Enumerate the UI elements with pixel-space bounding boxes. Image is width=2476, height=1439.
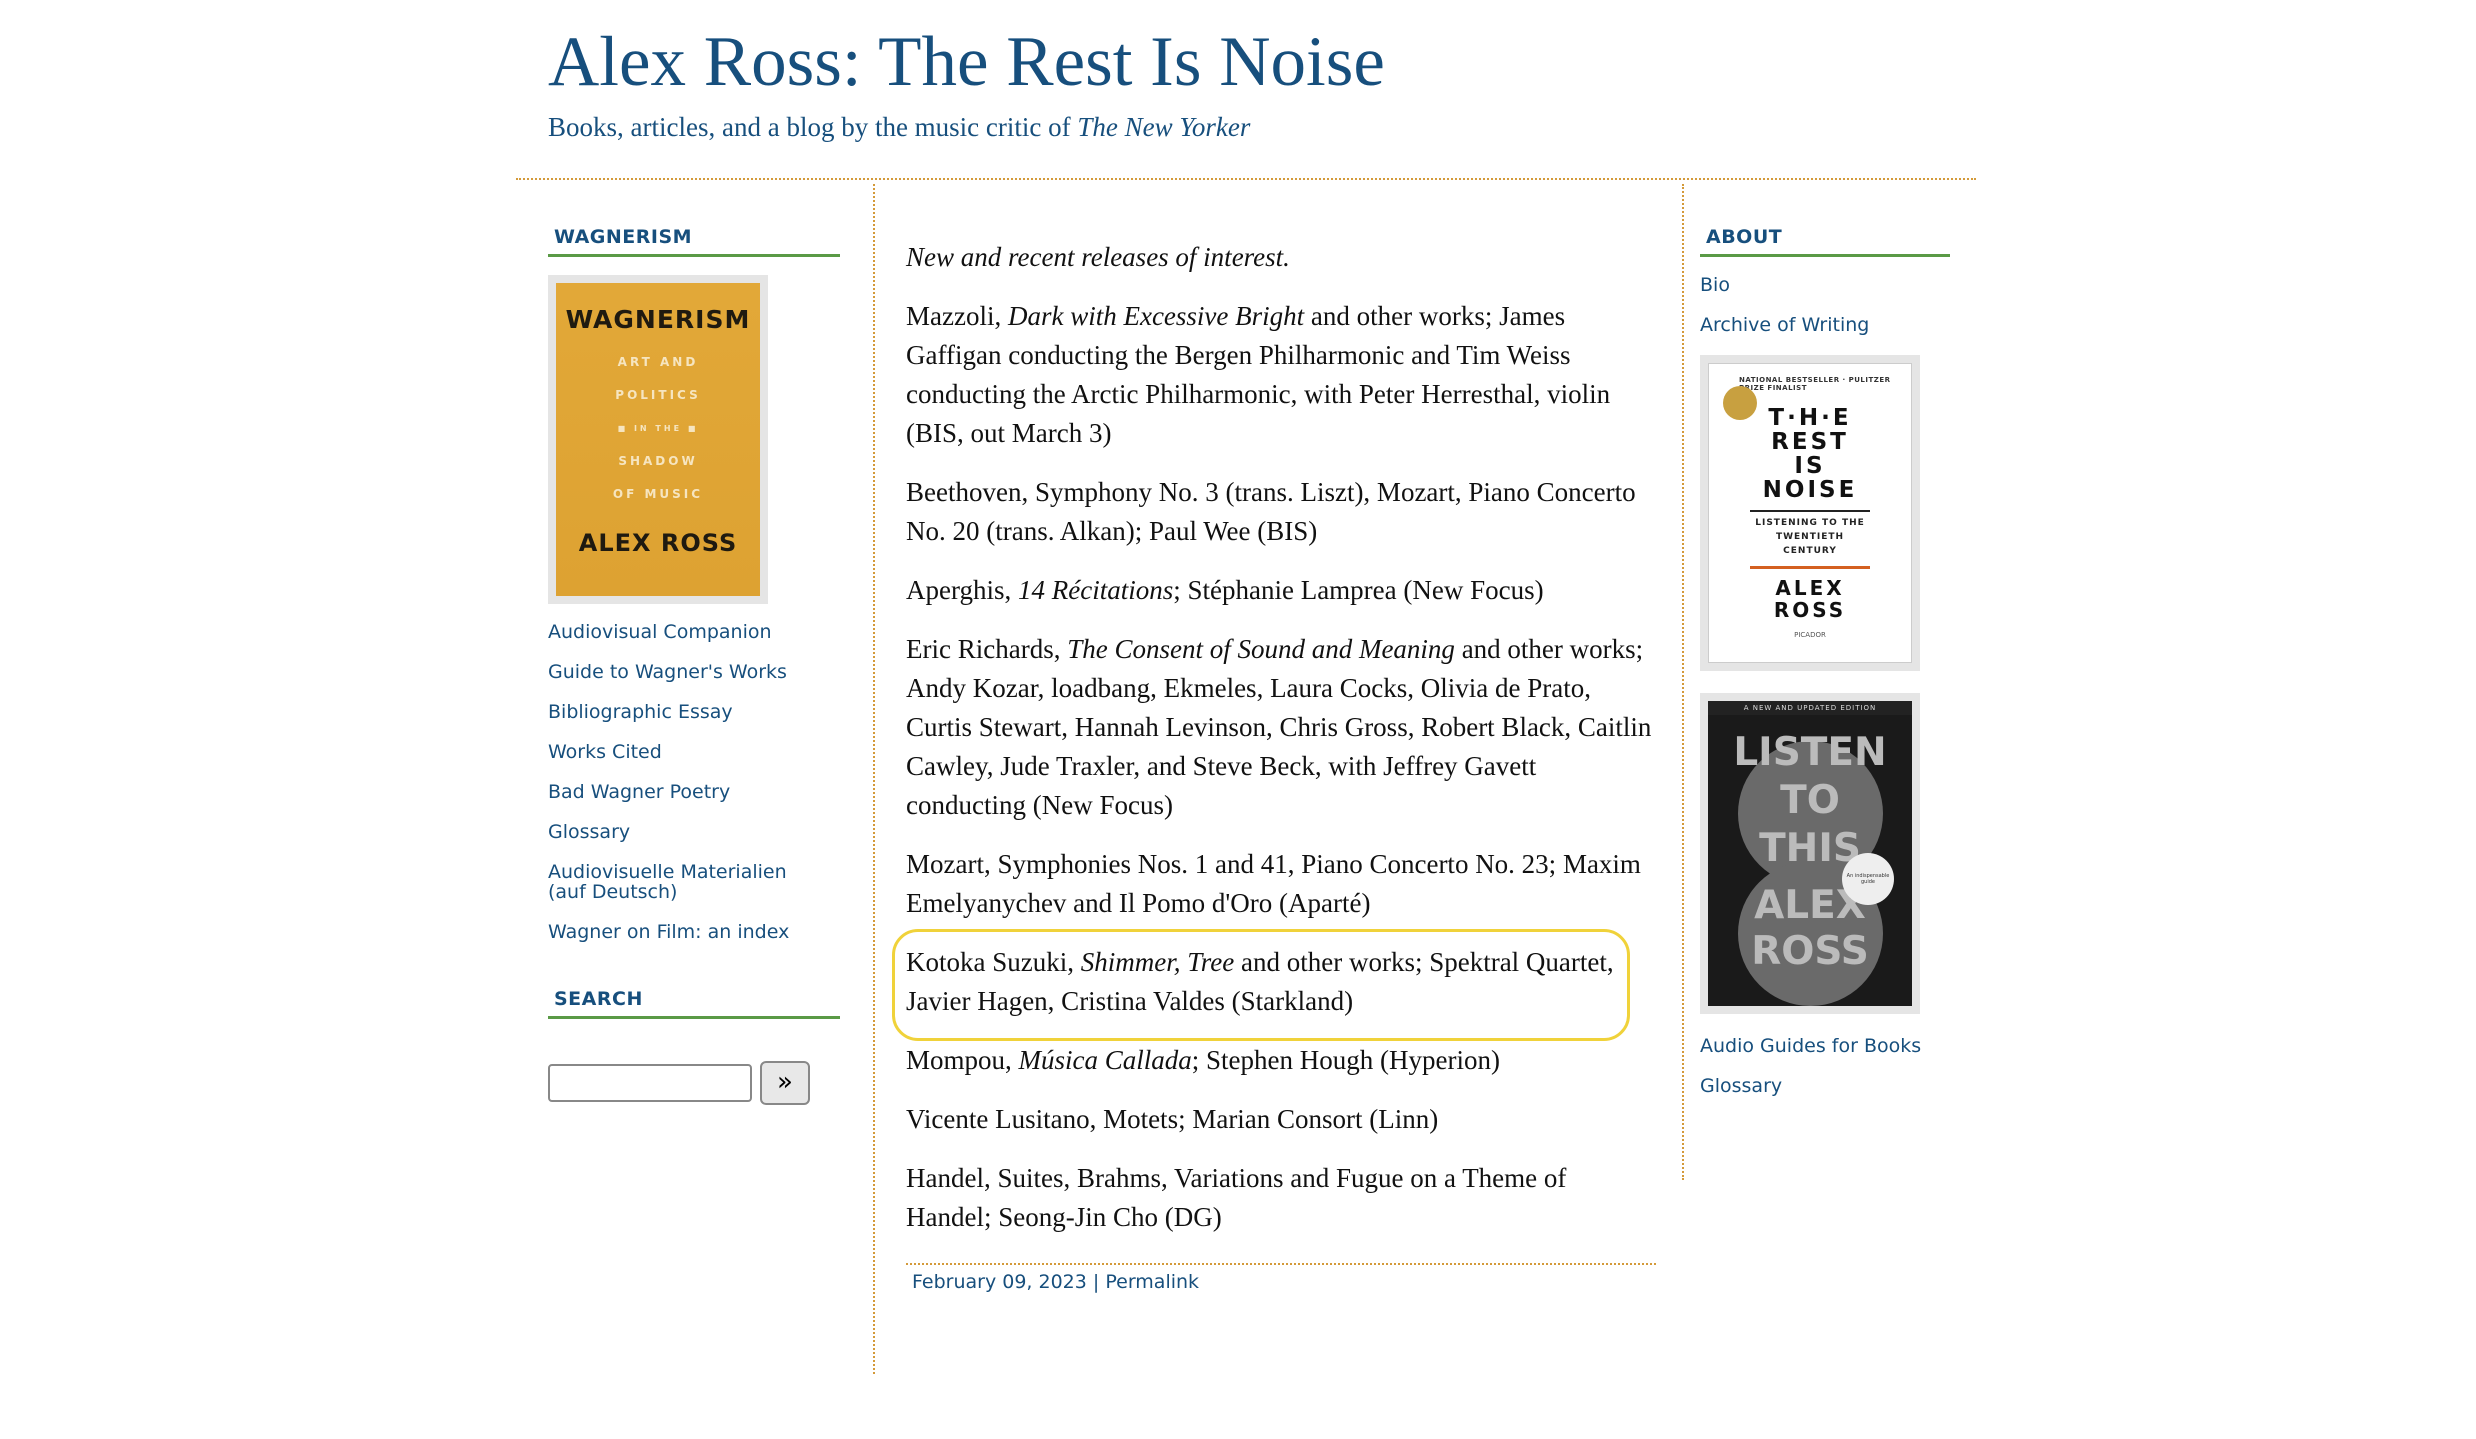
post-footer: February 09, 2023 | Permalink: [906, 1263, 1656, 1293]
cover-subtitle-line: POLITICS: [615, 388, 701, 402]
release-text: Mazzoli,: [906, 301, 1008, 331]
sidebar-link-glossary[interactable]: Glossary: [548, 822, 840, 842]
listen-to-this-cover-art: A NEW AND UPDATED EDITION LISTEN TO THIS…: [1708, 701, 1912, 1006]
release-title: 14 Récitations: [1018, 575, 1174, 605]
blog-post: New and recent releases of interest. Maz…: [892, 238, 1656, 1293]
release-text: Aperghis,: [906, 575, 1018, 605]
sidebar-link-works-cited[interactable]: Works Cited: [548, 742, 840, 762]
release-item: Beethoven, Symphony No. 3 (trans. Liszt)…: [906, 473, 1656, 551]
rest-is-noise-book-cover[interactable]: NATIONAL BESTSELLER · PULITZER PRIZE FIN…: [1700, 355, 1920, 671]
cover-subtitle-line: OF MUSIC: [612, 487, 704, 501]
header-divider: [516, 178, 1976, 180]
sidebar-link-wagner-on-film[interactable]: Wagner on Film: an index: [548, 922, 840, 942]
sidebar-heading-wagnerism: WAGNERISM: [548, 220, 840, 257]
release-item: Mozart, Symphonies Nos. 1 and 41, Piano …: [906, 845, 1656, 923]
cover-title: T·H·E REST IS NOISE: [1763, 406, 1858, 502]
cover-divider: [1750, 566, 1870, 569]
search-submit-button[interactable]: »: [760, 1061, 810, 1105]
release-item: Vicente Lusitano, Motets; Marian Consort…: [906, 1100, 1656, 1139]
release-text: ; Stephen Hough (Hyperion): [1191, 1045, 1500, 1075]
cover-subtitle: ART AND POLITICS ■ IN THE ■ SHADOW OF MU…: [613, 346, 703, 511]
post-date-link[interactable]: February 09, 2023: [912, 1271, 1087, 1293]
release-text: Vicente Lusitano, Motets; Marian Consort…: [906, 1104, 1439, 1134]
wagnerism-book-cover[interactable]: WAGNERISM ART AND POLITICS ■ IN THE ■ SH…: [548, 275, 768, 604]
release-text: Kotoka Suzuki,: [906, 947, 1081, 977]
release-item: Mompou, Música Callada; Stephen Hough (H…: [906, 1041, 1656, 1080]
cover-title-line: NOISE: [1762, 477, 1858, 503]
left-sidebar: WAGNERISM WAGNERISM ART AND POLITICS ■ I…: [548, 220, 840, 1105]
cover-subtitle: LISTENING TO THE TWENTIETH CENTURY: [1750, 510, 1870, 558]
highlight-outline: [892, 929, 1630, 1041]
cover-author-line: ROSS: [1773, 598, 1847, 622]
sidebar-heading-search: SEARCH: [548, 982, 840, 1019]
cover-subtitle-line: SHADOW: [618, 454, 698, 468]
sidebar-link-glossary-about[interactable]: Glossary: [1700, 1076, 1950, 1096]
cover-title-line: LISTEN: [1733, 730, 1887, 775]
footer-separator: |: [1092, 1271, 1100, 1293]
release-item-highlighted: Kotoka Suzuki, Shimmer, Tree and other w…: [892, 929, 1656, 1041]
sidebar-link-audio-guides[interactable]: Audio Guides for Books: [1700, 1036, 1950, 1056]
cover-blurb: NATIONAL BESTSELLER · PULITZER PRIZE FIN…: [1739, 376, 1891, 392]
release-text: ; Stéphanie Lamprea (New Focus): [1173, 575, 1544, 605]
rest-is-noise-cover-art: NATIONAL BESTSELLER · PULITZER PRIZE FIN…: [1708, 363, 1912, 663]
left-column-divider: [873, 184, 875, 1374]
cover-subtitle-line: ■ IN THE ■: [617, 424, 699, 433]
cover-publisher: PICADOR: [1794, 631, 1826, 639]
award-seal-icon: [1723, 386, 1757, 420]
search-form: »: [548, 1061, 840, 1105]
right-column-divider: [1682, 184, 1684, 1180]
sidebar-link-bibliographic-essay[interactable]: Bibliographic Essay: [548, 702, 840, 722]
sidebar-link-audiovisual-companion[interactable]: Audiovisual Companion: [548, 622, 840, 642]
release-item: Eric Richards, The Consent of Sound and …: [906, 630, 1656, 825]
site-header: Alex Ross: The Rest Is Noise Books, arti…: [548, 18, 1948, 143]
cover-subtitle-line: ART AND: [617, 355, 699, 369]
cover-ribbon: A NEW AND UPDATED EDITION: [1708, 701, 1912, 715]
cover-title: WAGNERISM: [565, 305, 751, 334]
release-title: The Consent of Sound and Meaning: [1067, 634, 1455, 664]
page: Alex Ross: The Rest Is Noise Books, arti…: [0, 0, 2476, 1439]
search-input[interactable]: [548, 1064, 752, 1102]
cover-author-line: ALEX: [1775, 576, 1845, 600]
tagline-publication: The New Yorker: [1077, 112, 1251, 142]
cover-author: ALEX ROSS: [578, 529, 738, 557]
cover-sticker: An indispensable guide: [1842, 853, 1894, 905]
sidebar-link-guide-to-wagners-works[interactable]: Guide to Wagner's Works: [548, 662, 840, 682]
sidebar-link-bad-wagner-poetry[interactable]: Bad Wagner Poetry: [548, 782, 840, 802]
release-text: Eric Richards,: [906, 634, 1068, 664]
cover-title-line: TO: [1780, 778, 1840, 823]
listen-to-this-book-cover[interactable]: A NEW AND UPDATED EDITION LISTEN TO THIS…: [1700, 693, 1920, 1014]
site-tagline: Books, articles, and a blog by the music…: [548, 112, 1948, 143]
sidebar-link-bio[interactable]: Bio: [1700, 275, 1950, 295]
release-text: Mompou,: [906, 1045, 1019, 1075]
post-intro: New and recent releases of interest.: [906, 242, 1290, 272]
release-item: Aperghis, 14 Récitations; Stéphanie Lamp…: [906, 571, 1656, 610]
release-text: Mozart, Symphonies Nos. 1 and 41, Piano …: [906, 849, 1641, 918]
permalink-link[interactable]: Permalink: [1105, 1271, 1199, 1293]
site-title[interactable]: Alex Ross: The Rest Is Noise: [548, 18, 1948, 106]
tagline-text: Books, articles, and a blog by the music…: [548, 112, 1071, 142]
release-title: Música Callada: [1018, 1045, 1192, 1075]
release-item: Mazzoli, Dark with Excessive Bright and …: [906, 297, 1656, 453]
sidebar-link-audiovisuelle-materialien[interactable]: Audiovisuelle Materialien (auf Deutsch): [548, 862, 828, 902]
cover-title-line: REST: [1771, 429, 1849, 455]
cover-title-line: IS: [1794, 453, 1826, 479]
sidebar-heading-about: ABOUT: [1700, 220, 1950, 257]
release-item: Handel, Suites, Brahms, Variations and F…: [906, 1159, 1656, 1237]
release-text: Handel, Suites, Brahms, Variations and F…: [906, 1163, 1567, 1232]
release-title: Shimmer, Tree: [1080, 947, 1235, 977]
wagnerism-cover-art: WAGNERISM ART AND POLITICS ■ IN THE ■ SH…: [556, 283, 760, 596]
cover-title: LISTEN TO THIS: [1733, 729, 1886, 873]
cover-title-line: T·H·E: [1768, 405, 1852, 431]
release-title: Dark with Excessive Bright: [1007, 301, 1305, 331]
right-sidebar: ABOUT Bio Archive of Writing NATIONAL BE…: [1700, 220, 1950, 1116]
release-text: Beethoven, Symphony No. 3 (trans. Liszt)…: [906, 477, 1636, 546]
sidebar-link-archive-of-writing[interactable]: Archive of Writing: [1700, 315, 1950, 335]
cover-author-line: ROSS: [1751, 929, 1869, 974]
cover-author: ALEX ROSS: [1774, 577, 1846, 621]
